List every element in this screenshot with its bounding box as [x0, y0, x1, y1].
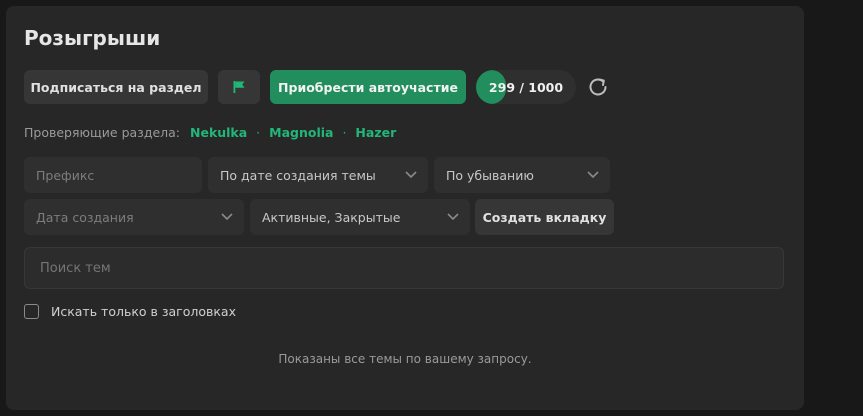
titles-only-option[interactable]: Искать только в заголовках: [24, 304, 236, 319]
subscribe-button[interactable]: Подписаться на раздел: [24, 70, 208, 104]
moderator-link[interactable]: Nekulka: [190, 125, 247, 140]
giveaways-panel: Розыгрыши Подписаться на раздел Приобрес…: [6, 6, 804, 410]
status-value: Активные, Закрытые: [262, 209, 401, 225]
separator-dot: ·: [342, 125, 347, 140]
moderator-link[interactable]: Hazer: [355, 125, 396, 140]
autojoin-progress: 299 / 1000: [476, 70, 576, 104]
autojoin-button[interactable]: Приобрести автоучастие: [270, 70, 466, 104]
results-message: Показаны все темы по вашему запросу.: [278, 352, 532, 366]
flag-icon: [232, 80, 246, 94]
page-title: Розыгрыши: [24, 26, 161, 50]
moderators-line: Проверяющие раздела: Nekulka · Magnolia …: [24, 125, 396, 140]
sort-by-select[interactable]: По дате создания темы: [208, 157, 428, 193]
chevron-down-icon: [221, 213, 233, 221]
chevron-down-icon: [405, 171, 417, 179]
titles-only-checkbox[interactable]: [24, 304, 39, 319]
create-tab-button[interactable]: Создать вкладку: [475, 199, 614, 235]
date-placeholder: Дата создания: [36, 209, 134, 225]
prefix-placeholder: Префикс: [36, 167, 95, 183]
moderators-label: Проверяющие раздела:: [24, 125, 181, 140]
sort-order-value: По убыванию: [446, 167, 534, 183]
sort-by-value: По дате создания темы: [220, 167, 376, 183]
date-select[interactable]: Дата создания: [24, 199, 244, 235]
moderator-link[interactable]: Magnolia: [269, 125, 333, 140]
refresh-icon[interactable]: [586, 75, 610, 99]
flag-button[interactable]: [218, 70, 260, 104]
progress-text: 299 / 1000: [488, 79, 564, 95]
search-input[interactable]: [24, 247, 784, 289]
chevron-down-icon: [447, 213, 459, 221]
sort-order-select[interactable]: По убыванию: [434, 157, 610, 193]
chevron-down-icon: [587, 171, 599, 179]
titles-only-label: Искать только в заголовках: [51, 304, 236, 319]
status-select[interactable]: Активные, Закрытые: [250, 199, 470, 235]
separator-dot: ·: [256, 125, 261, 140]
prefix-select[interactable]: Префикс: [24, 157, 202, 193]
